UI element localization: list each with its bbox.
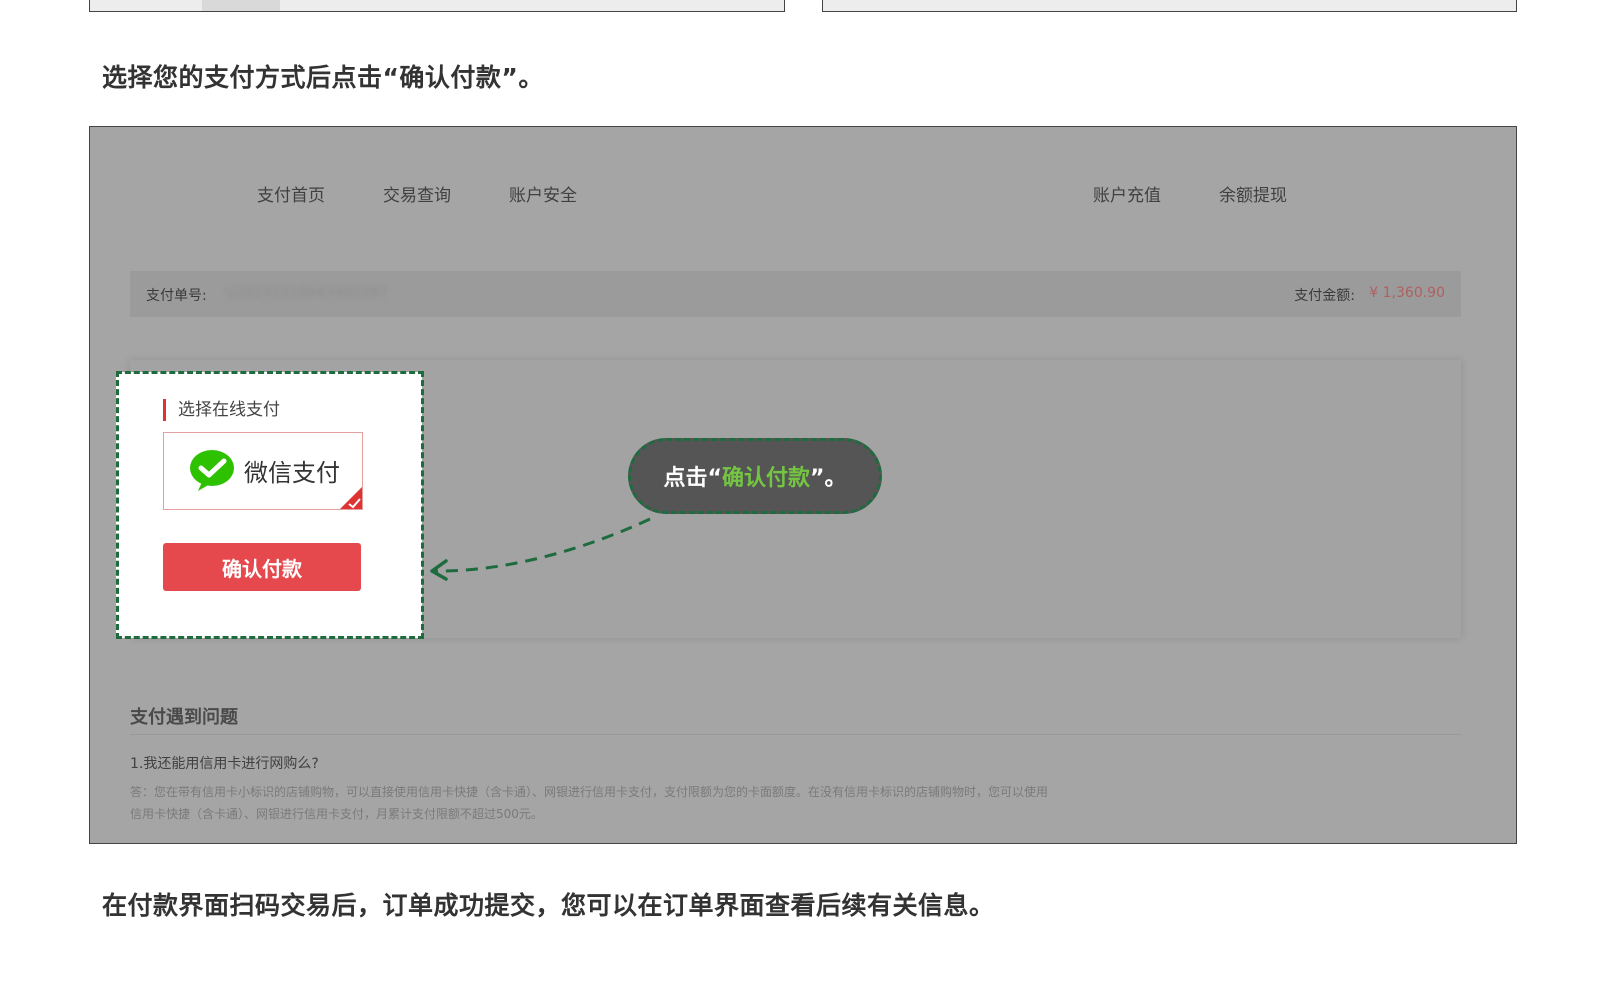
callout-bubble: 点击“ 确认付款”。 [628, 438, 882, 514]
faq-title: 支付遇到问题 [130, 707, 238, 728]
faq-divider [130, 734, 1461, 735]
amount-value: ¥ 1,360.90 [1369, 285, 1445, 301]
faq-question: 1.我还能用信用卡进行网购么? [130, 756, 319, 772]
nav-item-pay-home[interactable]: 支付首页 [257, 181, 325, 206]
faq-answer: 答：您在带有信用卡小标识的店铺购物，可以直接使用信用卡快捷（含卡通）、网银进行信… [130, 785, 1049, 821]
amount-label: 支付金额: [1294, 288, 1355, 304]
nav-item-account-security[interactable]: 账户安全 [509, 181, 577, 206]
order-number-label: 支付单号: [146, 288, 207, 304]
nav-item-transaction-query[interactable]: 交易查询 [383, 181, 451, 206]
nav-item-balance-withdraw[interactable]: 余额提现 [1219, 181, 1287, 206]
payment-select-card: 选择在线支付 微信支付 确认付款 [116, 372, 422, 638]
selected-check-icon [340, 487, 362, 509]
payment-page-screenshot: 支付首页 交易查询 账户安全 账户充值 余额提现 支付单号: U20231018… [89, 126, 1517, 844]
nav-item-account-recharge[interactable]: 账户充值 [1093, 181, 1161, 206]
select-online-payment-title: 选择在线支付 [163, 399, 280, 421]
previous-screenshot-sliver [202, 0, 280, 11]
callout-highlight: 确认付款 [721, 466, 810, 491]
previous-screenshot-right [822, 0, 1517, 12]
wechat-icon [190, 450, 234, 491]
confirm-payment-button[interactable]: 确认付款 [163, 543, 361, 591]
instruction-select-payment: 选择您的支付方式后点击“确认付款”。 [102, 63, 544, 92]
order-number-value: U202310180434003​97 [226, 285, 388, 301]
order-info-bar: 支付单号: U202310180434003​97 支付金额: ¥ 1,360.… [130, 271, 1461, 317]
callout-prefix: 点击“ [663, 466, 722, 491]
callout-suffix: ”。 [810, 466, 847, 491]
instruction-after-scan: 在付款界面扫码交易后，订单成功提交，您可以在订单界面查看后续有关信息。 [102, 891, 995, 920]
wechat-pay-option[interactable]: 微信支付 [163, 432, 363, 510]
previous-screenshot-left [89, 0, 785, 12]
wechat-pay-label: 微信支付 [244, 459, 340, 487]
